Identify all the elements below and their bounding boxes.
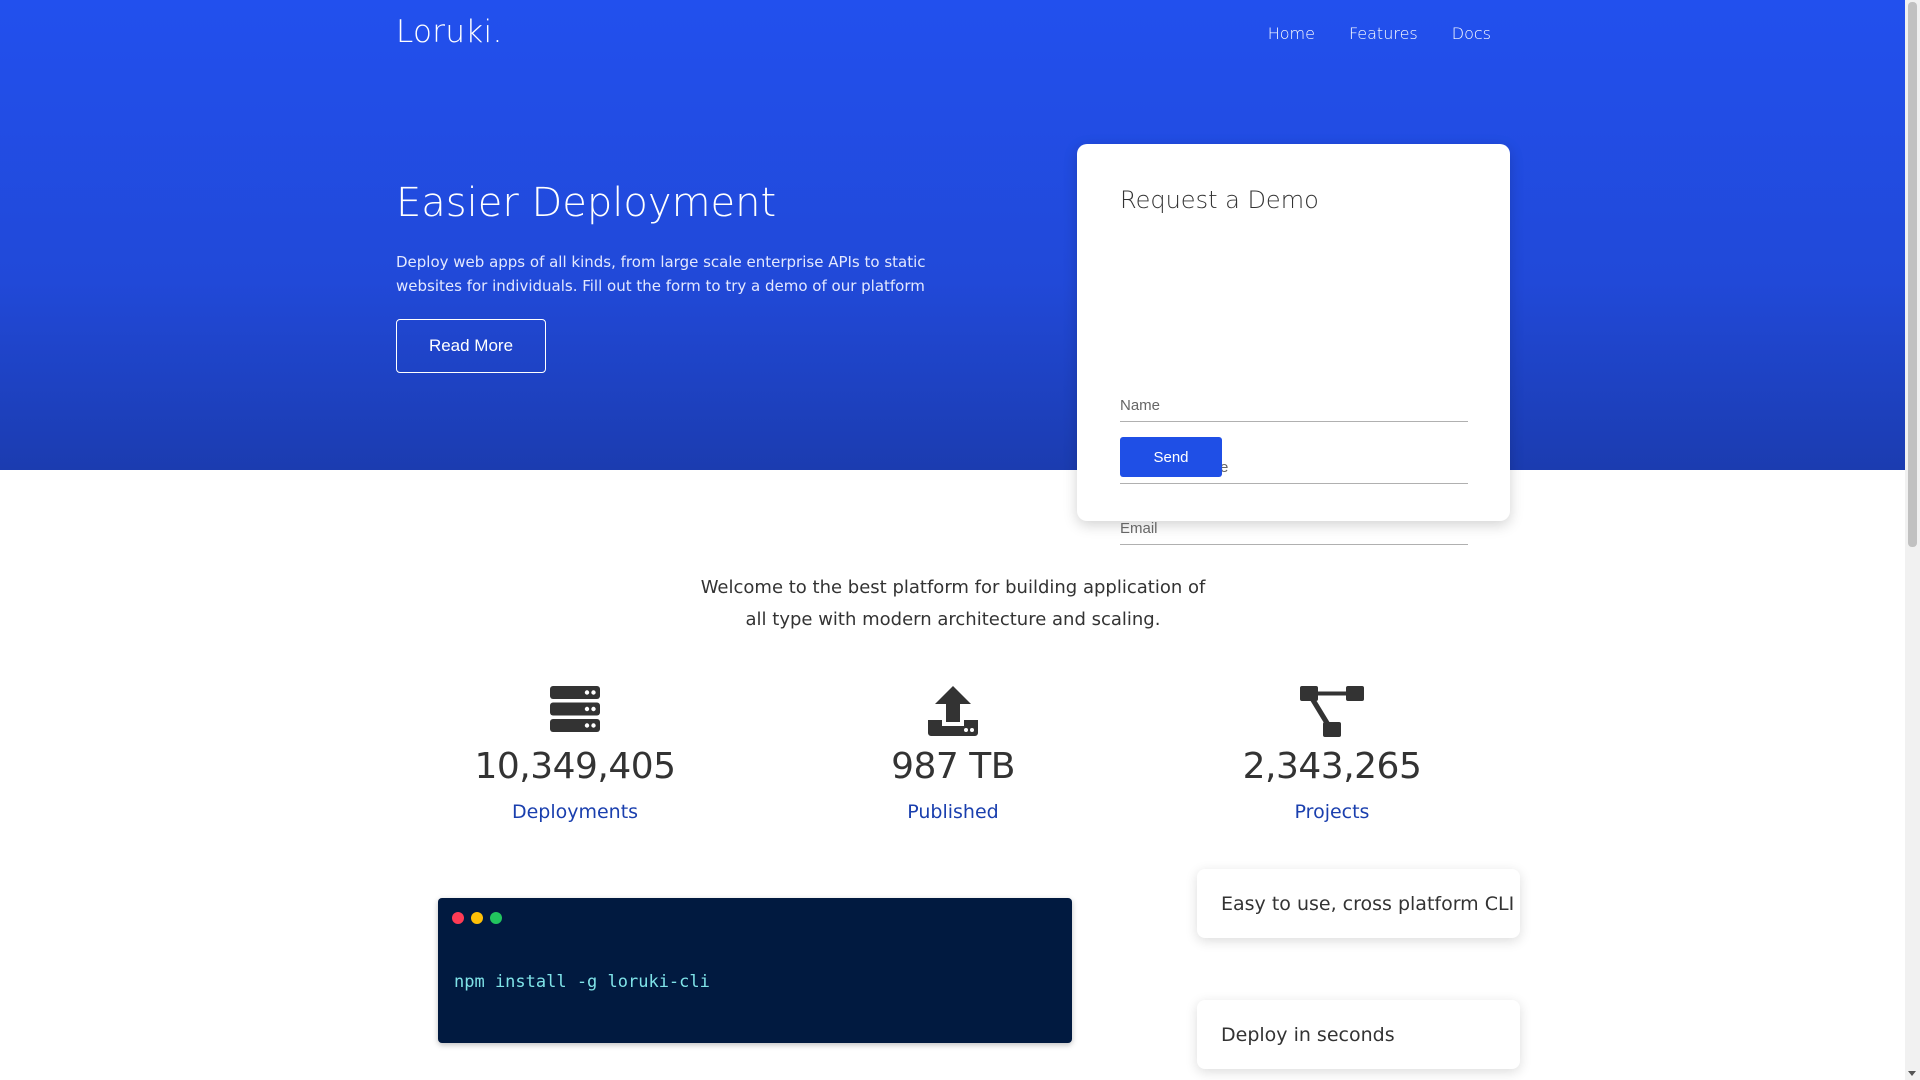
stat-published: 987 TB Published (803, 686, 1103, 823)
stat-label: Projects (1294, 801, 1370, 823)
maximize-dot-icon (490, 912, 502, 924)
welcome-text: Welcome to the best platform for buildin… (700, 577, 1206, 630)
stat-projects: 2,343,265 Projects (1182, 686, 1482, 823)
hero-title: Easier Deployment (396, 180, 777, 226)
email-field[interactable] (1120, 513, 1468, 545)
feature-card-cli: Easy to use, cross platform CLI (1197, 869, 1520, 938)
request-demo-card: Request a Demo Send (1077, 144, 1510, 545)
main-nav: Home Features Docs (1268, 24, 1491, 43)
read-more-button[interactable]: Read More (396, 319, 546, 373)
upload-icon (803, 686, 1103, 738)
terminal-command: npm install -g loruki-cli (454, 972, 710, 992)
feature-card-deploy: Deploy in seconds (1197, 1000, 1520, 1069)
project-diagram-icon (1182, 686, 1482, 738)
scroll-down-arrow-icon[interactable] (1908, 1071, 1916, 1076)
close-dot-icon (452, 912, 464, 924)
stat-deployments: 10,349,405 Deployments (425, 686, 725, 823)
stat-value: 10,349,405 (474, 746, 676, 787)
demo-form-title: Request a Demo (1120, 186, 1319, 214)
terminal-window: npm install -g loruki-cli (438, 898, 1072, 1043)
site-logo[interactable]: Loruki. (396, 14, 503, 50)
nav-link-home[interactable]: Home (1268, 24, 1315, 43)
hero-description: Deploy web apps of all kinds, from large… (396, 253, 926, 295)
server-icon (425, 686, 725, 738)
stat-label: Deployments (511, 801, 639, 823)
nav-link-docs[interactable]: Docs (1452, 24, 1491, 43)
nav-link-features[interactable]: Features (1349, 24, 1418, 43)
hero-section: Loruki. Home Features Docs Easier Deploy… (0, 0, 1905, 470)
vertical-scrollbar[interactable] (1905, 0, 1920, 1080)
stat-value: 2,343,265 (1242, 746, 1422, 787)
send-button[interactable]: Send (1120, 437, 1222, 477)
stat-value: 987 TB (891, 746, 1015, 787)
scrollbar-thumb[interactable] (1908, 2, 1917, 547)
minimize-dot-icon (471, 912, 483, 924)
name-field[interactable] (1120, 390, 1468, 422)
stat-label: Published (907, 801, 999, 823)
